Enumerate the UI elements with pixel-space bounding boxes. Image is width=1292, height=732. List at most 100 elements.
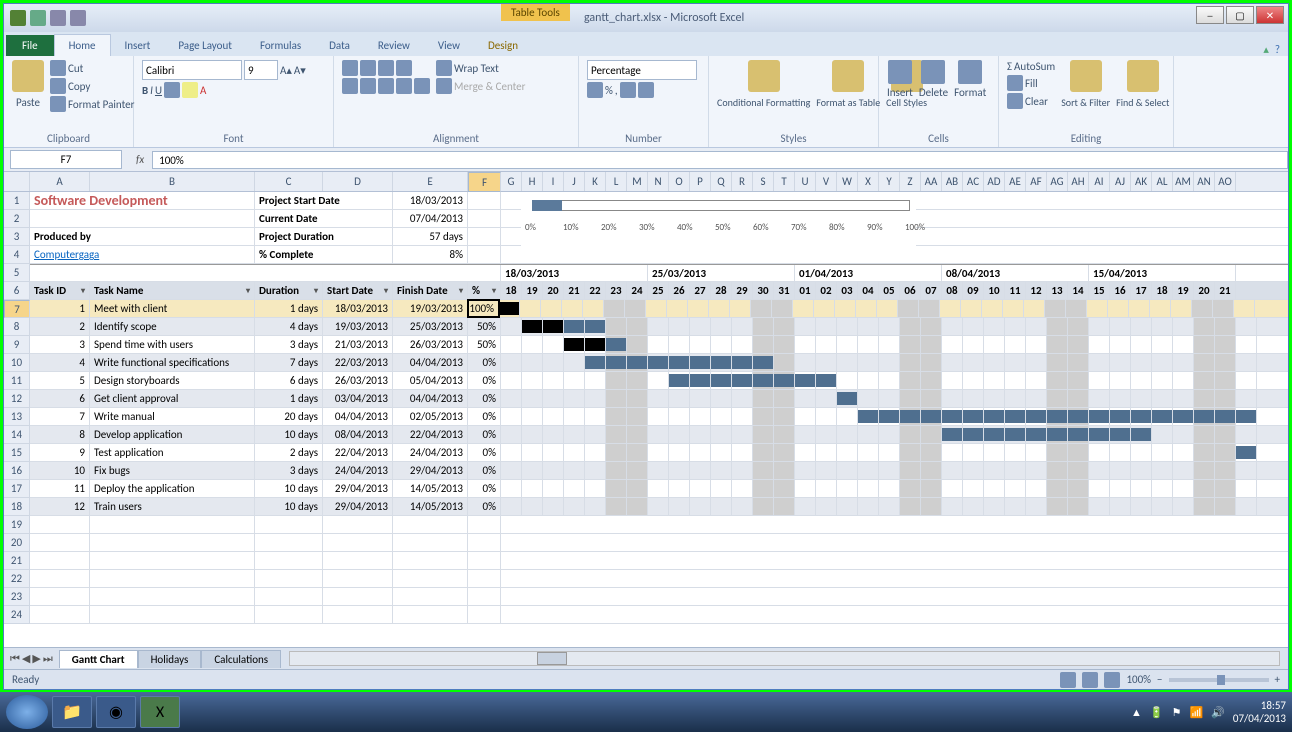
cell[interactable]: 20 days (255, 408, 323, 425)
cell[interactable]: 0% (468, 354, 501, 371)
hdr-finish[interactable]: Finish Date ▾ (393, 282, 468, 299)
cell[interactable]: 50% (468, 318, 501, 335)
col-header-B[interactable]: B (90, 172, 255, 191)
cell[interactable]: 4 days (255, 318, 323, 335)
col-header-K[interactable]: K (585, 172, 606, 191)
row-header-16[interactable]: 16 (4, 462, 30, 480)
merge-icon[interactable] (436, 78, 452, 94)
col-header-G[interactable]: G (501, 172, 522, 191)
font-name-select[interactable] (142, 60, 242, 80)
col-header-AH[interactable]: AH (1068, 172, 1089, 191)
cell[interactable] (255, 606, 323, 623)
cell[interactable] (323, 606, 393, 623)
cell[interactable]: 04/04/2013 (323, 408, 393, 425)
insert-cells-button[interactable]: Insert (887, 86, 913, 99)
minimize-ribbon-icon[interactable]: ▴ (1263, 43, 1269, 56)
hdr-duration[interactable]: Duration ▾ (255, 282, 323, 299)
cell[interactable]: 21/03/2013 (323, 336, 393, 353)
horizontal-scrollbar[interactable] (289, 651, 1280, 666)
copy-icon[interactable] (50, 78, 66, 94)
cell[interactable] (90, 606, 255, 623)
cell[interactable]: 2 days (255, 444, 323, 461)
col-header-AB[interactable]: AB (942, 172, 963, 191)
tab-page-layout[interactable]: Page Layout (164, 35, 246, 56)
cell[interactable] (468, 588, 501, 605)
col-header-D[interactable]: D (323, 172, 393, 191)
cell[interactable] (393, 588, 468, 605)
cell[interactable]: 0% (468, 462, 501, 479)
cell[interactable]: 08/04/2013 (323, 426, 393, 443)
cell[interactable]: 0% (468, 408, 501, 425)
cell[interactable] (323, 516, 393, 533)
decrease-font-icon[interactable]: A▾ (294, 64, 306, 77)
psd-value[interactable]: 18/03/2013 (393, 192, 468, 209)
cell[interactable]: 3 (30, 336, 90, 353)
cell[interactable] (468, 246, 501, 263)
cell[interactable] (30, 552, 90, 569)
cell[interactable]: 1 (30, 300, 90, 317)
cell[interactable] (255, 570, 323, 587)
underline-button[interactable]: U (155, 84, 162, 97)
cell[interactable]: Produced by (30, 228, 255, 245)
tab-insert[interactable]: Insert (111, 35, 165, 56)
fill-icon[interactable] (1007, 75, 1023, 91)
redo-icon[interactable] (70, 10, 86, 26)
view-layout-icon[interactable] (1082, 672, 1098, 688)
cell[interactable]: 1 days (255, 390, 323, 407)
align-left-icon[interactable] (342, 78, 358, 94)
cell[interactable]: 18/03/2013 (323, 300, 393, 317)
cell[interactable]: 0% (468, 498, 501, 515)
hdr-task-id[interactable]: Task ID ▾ (30, 282, 90, 299)
hdr-pct[interactable]: % ▾ (468, 282, 501, 299)
font-size-select[interactable] (244, 60, 278, 80)
cell[interactable]: 19/03/2013 (393, 300, 468, 317)
taskbar-explorer-icon[interactable]: 📁 (52, 696, 92, 728)
hdr-start[interactable]: Start Date ▾ (323, 282, 393, 299)
clock[interactable]: 18:57 07/04/2013 (1233, 699, 1286, 725)
col-header-L[interactable]: L (606, 172, 627, 191)
conditional-formatting-button[interactable]: Conditional Formatting (717, 96, 810, 109)
row-header-14[interactable]: 14 (4, 426, 30, 444)
cell[interactable] (255, 552, 323, 569)
row-header-3[interactable]: 3 (4, 228, 30, 246)
close-button[interactable]: ✕ (1256, 6, 1284, 24)
sheet-nav-last-icon[interactable]: ⏭ (43, 652, 53, 666)
currency-icon[interactable] (587, 82, 603, 98)
row-header-6[interactable]: 6 (4, 282, 30, 300)
cut-icon[interactable] (50, 60, 66, 76)
sheet-nav-first-icon[interactable]: ⏮ (10, 652, 20, 666)
sheet-nav-next-icon[interactable]: ▶ (32, 652, 40, 666)
delete-cells-icon[interactable] (921, 60, 945, 84)
cell[interactable]: 02/05/2013 (393, 408, 468, 425)
row-header-8[interactable]: 8 (4, 318, 30, 336)
cell[interactable]: Train users (90, 498, 255, 515)
cell[interactable] (30, 570, 90, 587)
network-icon[interactable]: 📶 (1189, 706, 1203, 719)
col-header-AF[interactable]: AF (1026, 172, 1047, 191)
cell[interactable]: 0% (468, 444, 501, 461)
tab-formulas[interactable]: Formulas (246, 35, 315, 56)
col-header-AL[interactable]: AL (1152, 172, 1173, 191)
cell[interactable] (468, 210, 501, 227)
format-painter-button[interactable]: Format Painter (68, 98, 134, 111)
sheet-tab-calculations[interactable]: Calculations (201, 650, 281, 668)
row-header-10[interactable]: 10 (4, 354, 30, 372)
col-header-T[interactable]: T (774, 172, 795, 191)
cell[interactable]: Fix bugs (90, 462, 255, 479)
number-format-select[interactable] (587, 60, 697, 80)
zoom-thumb[interactable] (1217, 675, 1225, 685)
cell[interactable] (323, 570, 393, 587)
view-break-icon[interactable] (1104, 672, 1120, 688)
row-header-1[interactable]: 1 (4, 192, 30, 210)
selected-cell[interactable]: 100% (467, 299, 500, 318)
maximize-button[interactable]: ▢ (1226, 6, 1254, 24)
align-middle-icon[interactable] (360, 60, 376, 76)
cells[interactable]: Software DevelopmentProject Start Date18… (30, 192, 1288, 647)
cell[interactable]: 24/04/2013 (393, 444, 468, 461)
align-center-icon[interactable] (360, 78, 376, 94)
col-header-N[interactable]: N (648, 172, 669, 191)
fill-button[interactable]: Fill (1025, 77, 1038, 90)
row-header-5[interactable]: 5 (4, 264, 30, 282)
col-header-O[interactable]: O (669, 172, 690, 191)
row-header-11[interactable]: 11 (4, 372, 30, 390)
